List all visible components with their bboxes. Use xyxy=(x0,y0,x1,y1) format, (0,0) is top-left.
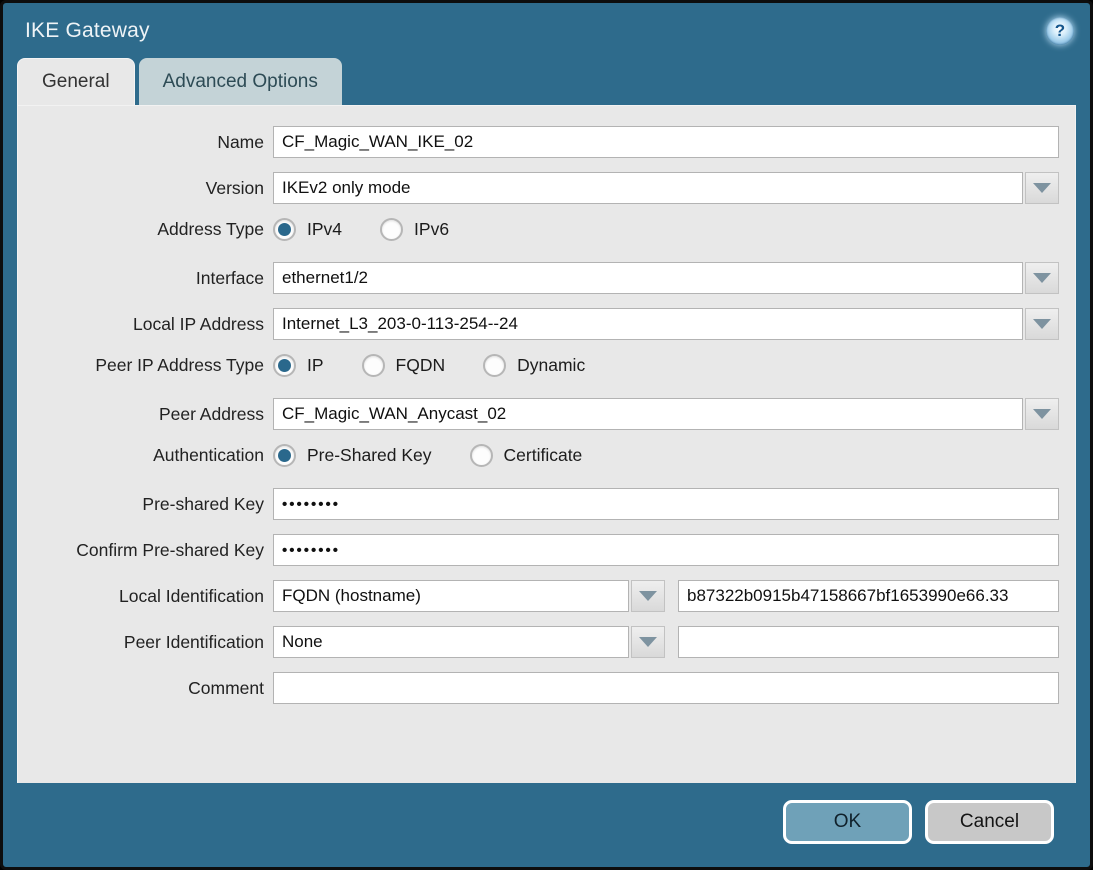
address-type-radio-group: IPv4 IPv6 xyxy=(273,218,487,241)
local-ip-address-dropdown-button[interactable] xyxy=(1025,308,1059,340)
radio-dynamic-circle[interactable] xyxy=(483,354,506,377)
tab-advanced-options[interactable]: Advanced Options xyxy=(139,58,342,105)
radio-certificate-circle[interactable] xyxy=(470,444,493,467)
local-ip-address-label: Local IP Address xyxy=(18,314,273,335)
cancel-button[interactable]: Cancel xyxy=(925,800,1054,844)
peer-identification-dropdown-button[interactable] xyxy=(631,626,665,658)
authentication-row: Authentication Pre-Shared Key Certificat… xyxy=(18,444,1059,467)
peer-identification-type-dropdown: None xyxy=(273,626,665,658)
peer-identification-type-value[interactable]: None xyxy=(273,626,629,658)
peer-address-dropdown: CF_Magic_WAN_Anycast_02 xyxy=(273,398,1059,430)
local-ip-address-dropdown-value[interactable]: Internet_L3_203-0-113-254--24 xyxy=(273,308,1023,340)
interface-dropdown-button[interactable] xyxy=(1025,262,1059,294)
version-dropdown-button[interactable] xyxy=(1025,172,1059,204)
radio-ipv6[interactable]: IPv6 xyxy=(380,218,449,241)
question-mark-glyph: ? xyxy=(1055,21,1065,41)
general-tab-panel: Name CF_Magic_WAN_IKE_02 Version IKEv2 o… xyxy=(17,105,1076,783)
interface-dropdown: ethernet1/2 xyxy=(273,262,1059,294)
radio-pre-shared-key-label: Pre-Shared Key xyxy=(307,445,432,466)
local-identification-label: Local Identification xyxy=(18,586,273,607)
name-row: Name CF_Magic_WAN_IKE_02 xyxy=(18,126,1059,158)
tab-advanced-options-label: Advanced Options xyxy=(163,71,318,93)
peer-address-dropdown-value[interactable]: CF_Magic_WAN_Anycast_02 xyxy=(273,398,1023,430)
radio-dynamic-label: Dynamic xyxy=(517,355,585,376)
comment-label: Comment xyxy=(18,678,273,699)
comment-input[interactable] xyxy=(273,672,1059,704)
dialog-title: IKE Gateway xyxy=(25,19,150,43)
radio-ipv4[interactable]: IPv4 xyxy=(273,218,342,241)
local-ip-address-row: Local IP Address Internet_L3_203-0-113-2… xyxy=(18,308,1059,340)
ok-button[interactable]: OK xyxy=(783,800,912,844)
tab-bar: General Advanced Options xyxy=(3,58,1090,105)
address-type-label: Address Type xyxy=(18,219,273,240)
local-identification-type-dropdown: FQDN (hostname) xyxy=(273,580,665,612)
version-row: Version IKEv2 only mode xyxy=(18,172,1059,204)
radio-certificate[interactable]: Certificate xyxy=(470,444,583,467)
interface-row: Interface ethernet1/2 xyxy=(18,262,1059,294)
radio-fqdn-circle[interactable] xyxy=(362,354,385,377)
authentication-label: Authentication xyxy=(18,445,273,466)
chevron-down-icon xyxy=(639,637,657,647)
radio-certificate-label: Certificate xyxy=(504,445,583,466)
peer-address-dropdown-button[interactable] xyxy=(1025,398,1059,430)
peer-ip-address-type-label: Peer IP Address Type xyxy=(18,355,273,376)
local-identification-value-input[interactable]: b87322b0915b47158667bf1653990e66.33 xyxy=(678,580,1059,612)
radio-fqdn[interactable]: FQDN xyxy=(362,354,446,377)
radio-ipv6-circle[interactable] xyxy=(380,218,403,241)
radio-dynamic[interactable]: Dynamic xyxy=(483,354,585,377)
pre-shared-key-label: Pre-shared Key xyxy=(18,494,273,515)
interface-label: Interface xyxy=(18,268,273,289)
peer-address-row: Peer Address CF_Magic_WAN_Anycast_02 xyxy=(18,398,1059,430)
peer-address-label: Peer Address xyxy=(18,404,273,425)
radio-ipv4-label: IPv4 xyxy=(307,219,342,240)
pre-shared-key-input[interactable]: •••••••• xyxy=(273,488,1059,520)
local-identification-type-value[interactable]: FQDN (hostname) xyxy=(273,580,629,612)
chevron-down-icon xyxy=(1033,319,1051,329)
authentication-radio-group: Pre-Shared Key Certificate xyxy=(273,444,620,467)
address-type-row: Address Type IPv4 IPv6 xyxy=(18,218,1059,241)
chevron-down-icon xyxy=(1033,409,1051,419)
radio-ip-circle[interactable] xyxy=(273,354,296,377)
tab-general-label: General xyxy=(42,71,110,93)
peer-identification-label: Peer Identification xyxy=(18,632,273,653)
version-dropdown-value[interactable]: IKEv2 only mode xyxy=(273,172,1023,204)
radio-ip[interactable]: IP xyxy=(273,354,324,377)
peer-ip-address-type-radio-group: IP FQDN Dynamic xyxy=(273,354,623,377)
chevron-down-icon xyxy=(1033,273,1051,283)
peer-ip-address-type-row: Peer IP Address Type IP FQDN Dynamic xyxy=(18,354,1059,377)
help-icon[interactable]: ? xyxy=(1046,17,1074,45)
ike-gateway-dialog: IKE Gateway ? General Advanced Options N… xyxy=(0,0,1093,870)
confirm-pre-shared-key-input[interactable]: •••••••• xyxy=(273,534,1059,566)
name-input[interactable]: CF_Magic_WAN_IKE_02 xyxy=(273,126,1059,158)
version-dropdown: IKEv2 only mode xyxy=(273,172,1059,204)
chevron-down-icon xyxy=(1033,183,1051,193)
peer-identification-row: Peer Identification None xyxy=(18,626,1059,658)
radio-pre-shared-key[interactable]: Pre-Shared Key xyxy=(273,444,432,467)
footer-bar: OK Cancel xyxy=(3,783,1090,867)
local-identification-row: Local Identification FQDN (hostname) b87… xyxy=(18,580,1059,612)
radio-pre-shared-key-circle[interactable] xyxy=(273,444,296,467)
local-ip-address-dropdown: Internet_L3_203-0-113-254--24 xyxy=(273,308,1059,340)
radio-fqdn-label: FQDN xyxy=(396,355,446,376)
name-label: Name xyxy=(18,132,273,153)
interface-dropdown-value[interactable]: ethernet1/2 xyxy=(273,262,1023,294)
radio-ip-label: IP xyxy=(307,355,324,376)
radio-ipv6-label: IPv6 xyxy=(414,219,449,240)
title-bar: IKE Gateway ? xyxy=(3,3,1090,58)
tab-general[interactable]: General xyxy=(17,58,135,105)
peer-identification-value-input[interactable] xyxy=(678,626,1059,658)
pre-shared-key-row: Pre-shared Key •••••••• xyxy=(18,488,1059,520)
chevron-down-icon xyxy=(639,591,657,601)
local-identification-dropdown-button[interactable] xyxy=(631,580,665,612)
version-label: Version xyxy=(18,178,273,199)
confirm-pre-shared-key-label: Confirm Pre-shared Key xyxy=(18,540,273,561)
comment-row: Comment xyxy=(18,672,1059,704)
radio-ipv4-circle[interactable] xyxy=(273,218,296,241)
confirm-pre-shared-key-row: Confirm Pre-shared Key •••••••• xyxy=(18,534,1059,566)
